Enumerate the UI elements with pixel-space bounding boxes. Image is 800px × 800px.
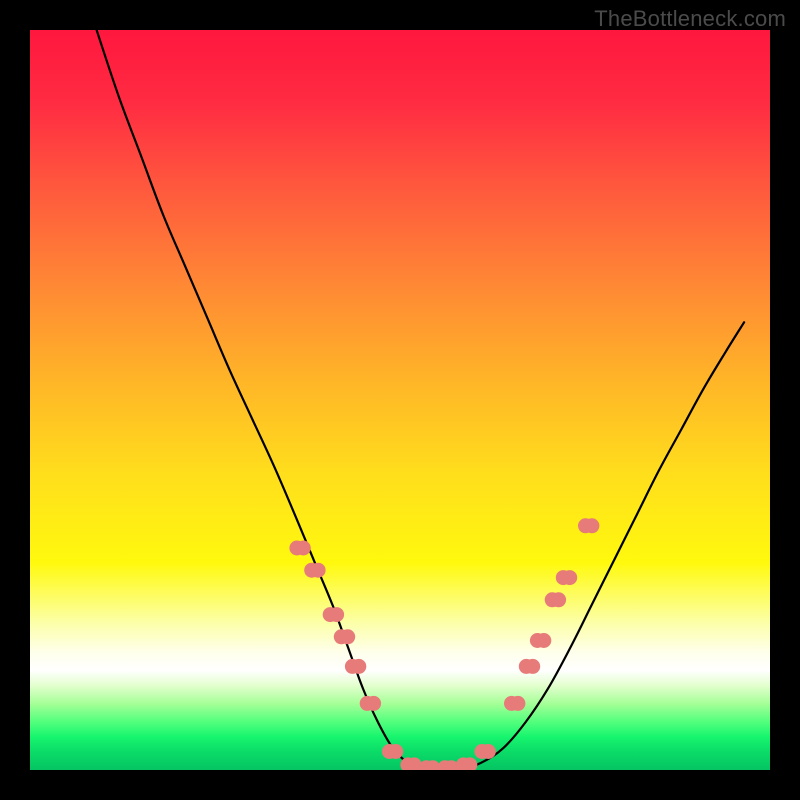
frame-left bbox=[0, 0, 30, 800]
plot-background bbox=[30, 30, 770, 770]
highlight-marker bbox=[504, 696, 525, 711]
highlight-marker bbox=[474, 744, 495, 759]
highlight-marker bbox=[556, 570, 577, 585]
highlight-marker bbox=[304, 563, 325, 578]
highlight-marker bbox=[345, 659, 366, 674]
chart-stage: TheBottleneck.com bbox=[0, 0, 800, 800]
highlight-marker bbox=[545, 592, 566, 607]
frame-right bbox=[770, 0, 800, 800]
highlight-marker bbox=[334, 629, 355, 644]
watermark-text: TheBottleneck.com bbox=[594, 6, 786, 32]
highlight-marker bbox=[323, 607, 344, 622]
highlight-marker bbox=[578, 518, 599, 533]
highlight-marker bbox=[382, 744, 403, 759]
frame-bottom bbox=[0, 770, 800, 800]
highlight-marker bbox=[289, 541, 310, 556]
highlight-marker bbox=[530, 633, 551, 648]
highlight-marker bbox=[519, 659, 540, 674]
frame-top bbox=[0, 0, 800, 2]
bottleneck-chart bbox=[0, 0, 800, 800]
highlight-marker bbox=[360, 696, 381, 711]
